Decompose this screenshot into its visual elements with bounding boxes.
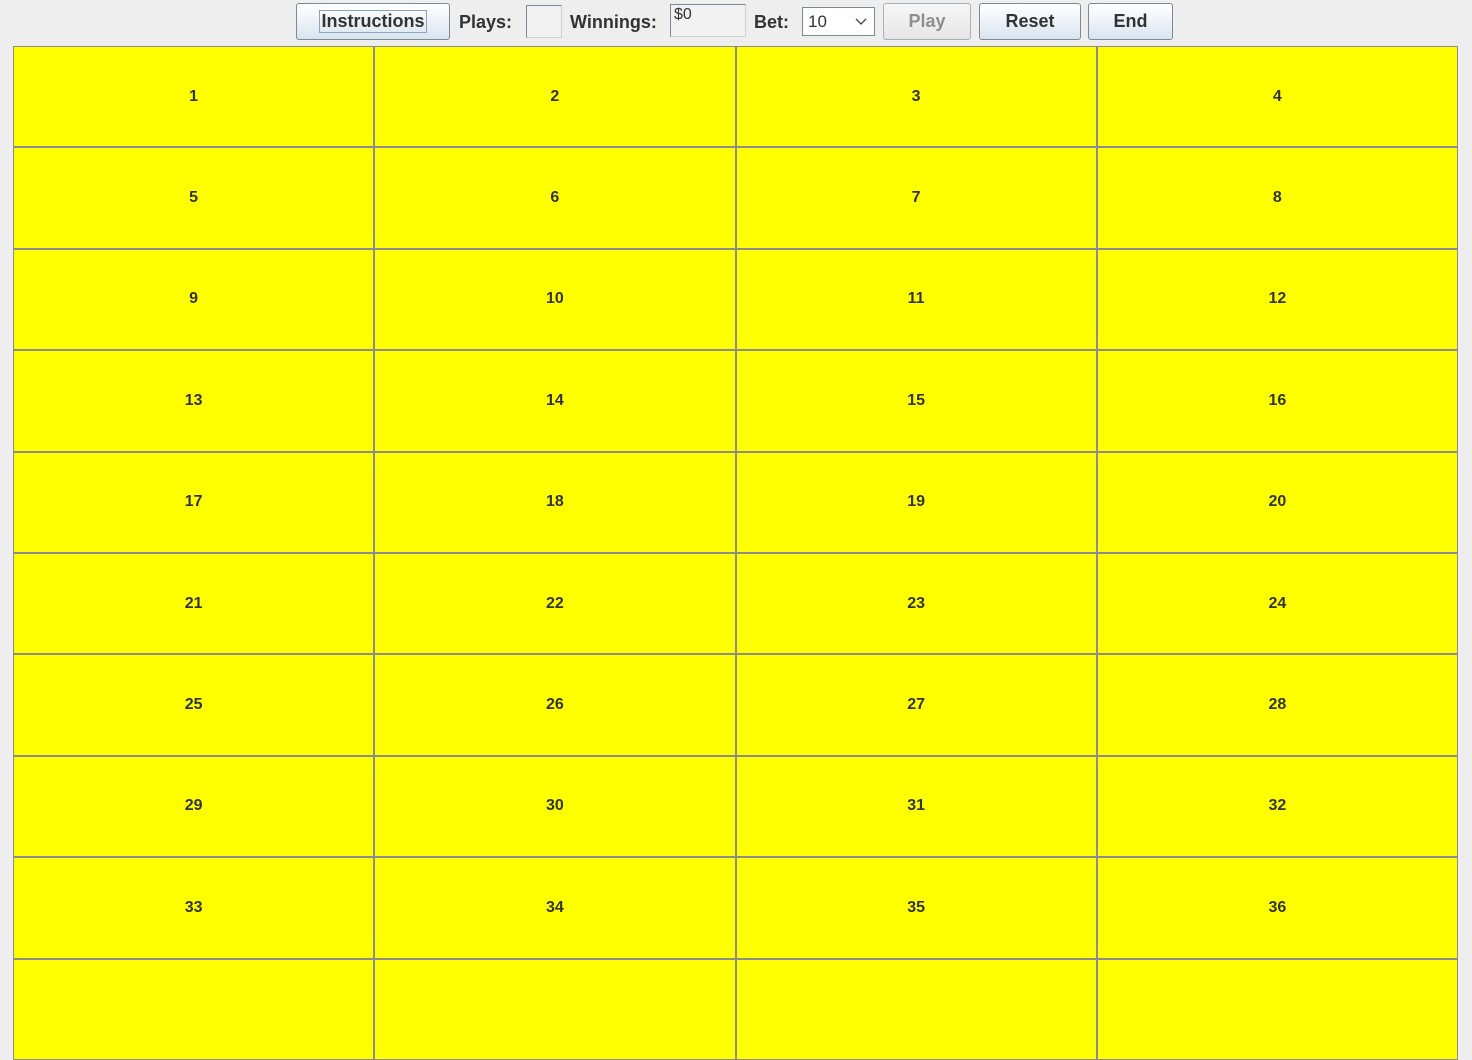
winnings-label: Winnings: [570, 12, 657, 32]
reset-button[interactable]: Reset [979, 3, 1081, 40]
bet-select-value: 10 [808, 12, 827, 31]
board-cell[interactable]: 21 [13, 552, 375, 655]
board-cell[interactable]: 4 [1096, 46, 1458, 148]
board-cell[interactable]: 16 [1096, 350, 1458, 452]
board-cell[interactable]: 24 [1096, 552, 1458, 655]
board-cell[interactable]: 25 [13, 654, 375, 756]
chevron-down-icon[interactable] [847, 8, 874, 35]
board-cell[interactable]: 28 [1096, 654, 1458, 756]
winnings-field[interactable]: $0 [670, 4, 746, 37]
board-cell[interactable]: 19 [735, 451, 1097, 553]
board-cell[interactable]: 12 [1096, 248, 1458, 351]
board-cell[interactable]: 6 [374, 147, 736, 249]
plays-label: Plays: [459, 12, 513, 32]
board-cell[interactable]: 11 [735, 248, 1097, 351]
board-cell[interactable]: 29 [13, 755, 375, 858]
board-cell[interactable]: 18 [374, 451, 736, 553]
board-cell[interactable]: 23 [735, 552, 1097, 655]
board-cell[interactable]: 20 [1096, 451, 1458, 553]
board-cell[interactable]: 8 [1096, 147, 1458, 249]
instructions-button-label: Instructions [319, 10, 427, 33]
board-cell[interactable]: 17 [13, 451, 375, 553]
bet-label: Bet: [754, 12, 789, 32]
board-cell[interactable]: 3 [735, 46, 1097, 148]
board-cell[interactable]: 30 [374, 755, 736, 858]
board-cell[interactable]: 2 [374, 46, 736, 148]
board-cell[interactable]: 1 [13, 46, 375, 148]
board-cell[interactable]: 9 [13, 248, 375, 351]
board-cell[interactable]: 33 [13, 857, 375, 959]
board-cell[interactable]: 13 [13, 350, 375, 452]
board-cell[interactable]: 22 [374, 552, 736, 655]
board-cell[interactable]: 31 [735, 755, 1097, 858]
board-cell[interactable]: 36 [1096, 857, 1458, 959]
board-cell[interactable]: 26 [374, 654, 736, 756]
end-button[interactable]: End [1088, 3, 1173, 40]
board-cell[interactable]: 34 [374, 857, 736, 959]
bet-select[interactable]: 10 [802, 7, 875, 36]
plays-field[interactable] [526, 5, 562, 38]
instructions-button[interactable]: Instructions [296, 3, 450, 40]
board-cell[interactable]: 32 [1096, 755, 1458, 858]
board-cell[interactable] [374, 958, 736, 1060]
board-cell[interactable]: 27 [735, 654, 1097, 756]
board-cell[interactable]: 10 [374, 248, 736, 351]
board-cell[interactable]: 15 [735, 350, 1097, 452]
board-cell[interactable]: 5 [13, 147, 375, 249]
board-cell[interactable]: 14 [374, 350, 736, 452]
board-cell[interactable]: 35 [735, 857, 1097, 959]
board-cell[interactable]: 7 [735, 147, 1097, 249]
board-cell[interactable] [735, 958, 1097, 1060]
board-grid: 1 2 3 4 5 6 7 8 9 10 11 12 13 14 15 16 17 18 19 20 21 22 23 24 2… [13, 46, 1458, 1060]
board-cell[interactable] [1096, 958, 1458, 1060]
board-cell[interactable] [13, 958, 375, 1060]
play-button[interactable]: Play [883, 3, 971, 40]
toolbar: Instructions Plays: Winnings: $0 Bet: 10… [0, 0, 1472, 46]
